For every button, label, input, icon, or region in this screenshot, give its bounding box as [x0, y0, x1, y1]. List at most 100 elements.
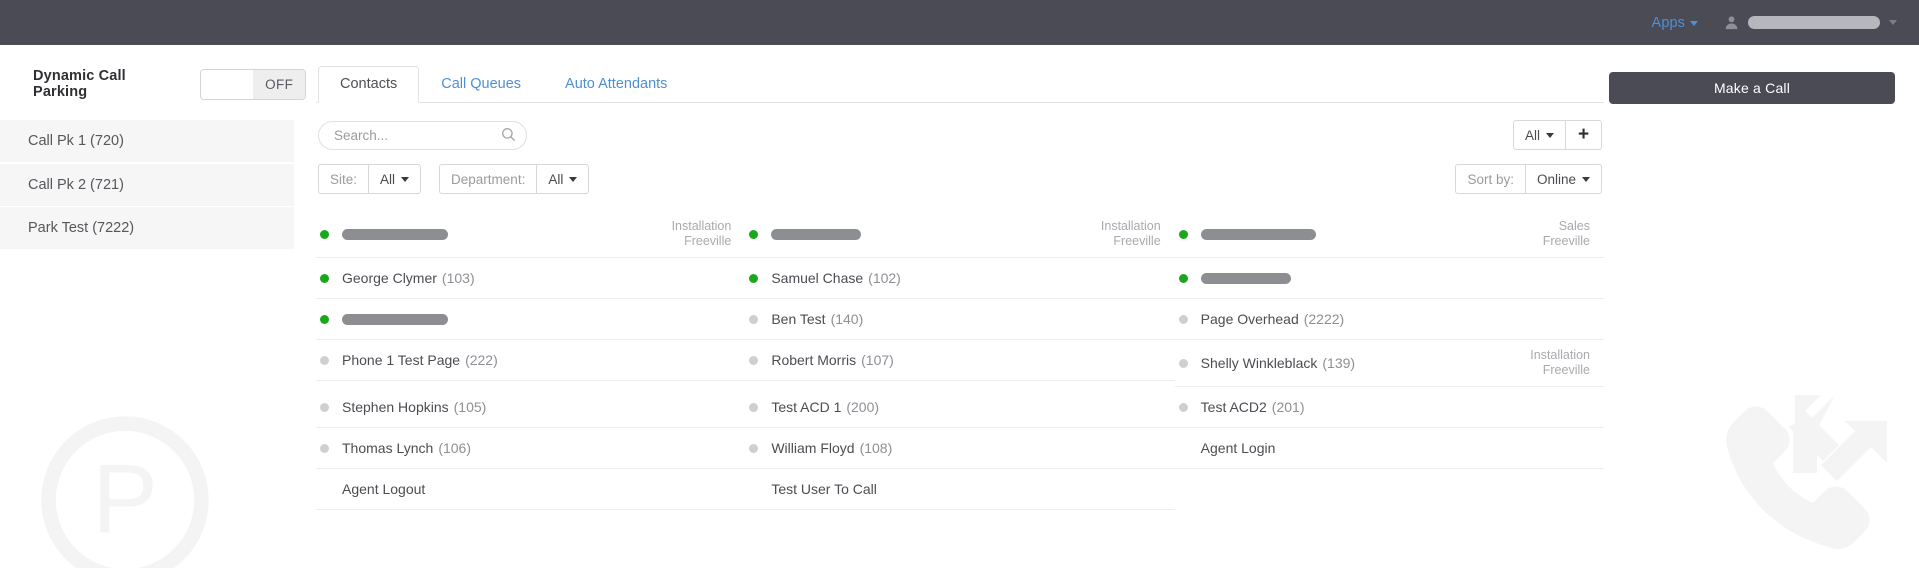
contact-name: Test ACD 1	[771, 399, 842, 415]
department-filter: Department: All	[439, 164, 590, 194]
parking-circle-p-icon: P	[34, 409, 216, 568]
contact-name-redacted	[342, 228, 448, 240]
dynamic-call-parking-toggle[interactable]: OFF	[200, 68, 306, 100]
contact-row[interactable]: Test ACD2 (201)	[1174, 387, 1604, 428]
search-input[interactable]	[318, 120, 527, 150]
presence-status-dot-offline	[749, 402, 759, 412]
toggle-knob	[201, 69, 254, 99]
contacts-grid: Installation Freeville Installation Freevil…	[316, 211, 1604, 510]
chevron-down-icon	[1546, 132, 1554, 138]
username-redacted	[1748, 16, 1880, 29]
site-filter: Site: All	[318, 164, 422, 194]
site-filter-dropdown[interactable]: All	[368, 164, 422, 194]
make-a-call-button[interactable]: Make a Call	[1609, 72, 1895, 104]
toggle-state-label: OFF	[253, 69, 305, 99]
contact-department-site: Installation Freeville	[1530, 348, 1590, 378]
presence-status-dot-offline	[749, 314, 759, 324]
park-slot-item[interactable]: Call Pk 1 (720)	[0, 120, 294, 162]
contact-row[interactable]: William Floyd (108)	[745, 428, 1175, 469]
presence-status-dot-offline	[320, 402, 329, 412]
contact-row[interactable]	[1174, 258, 1604, 299]
presence-status-dot-none	[749, 485, 758, 494]
panel-tabs: Contacts Call Queues Auto Attendants	[316, 59, 1604, 103]
contact-row[interactable]: Installation Freeville	[316, 211, 746, 258]
contact-name: Test ACD2	[1200, 399, 1267, 415]
chevron-down-icon	[569, 176, 578, 182]
contact-extension: (107)	[861, 352, 894, 368]
contact-name: Robert Morris	[771, 352, 857, 368]
sort-control: Sort by: Online	[1455, 164, 1602, 194]
contact-site: Freeville	[1542, 363, 1590, 377]
contact-extension: (140)	[830, 311, 864, 327]
tab-auto-attendants[interactable]: Auto Attendants	[543, 66, 689, 103]
contact-extension: (139)	[1322, 355, 1356, 371]
view-filter-dropdown[interactable]: All	[1512, 120, 1566, 150]
contact-department-site: Installation Freeville	[672, 219, 732, 249]
phone-transfer-icon	[1719, 377, 1919, 568]
contact-row[interactable]: Phone 1 Test Page (222)	[316, 340, 746, 381]
contact-name-redacted	[1200, 272, 1291, 284]
contact-row[interactable]: Robert Morris (107)	[745, 340, 1175, 381]
contact-row[interactable]: Agent Logout	[316, 469, 746, 510]
contact-name-redacted	[771, 228, 862, 240]
contact-name: Samuel Chase	[771, 270, 864, 286]
sort-dropdown[interactable]: Online	[1524, 164, 1602, 194]
top-navigation-bar: Apps	[0, 0, 1919, 45]
filter-group-left: Site: All Department: All	[318, 164, 590, 194]
contact-row[interactable]: Stephen Hopkins (105)	[316, 387, 746, 428]
park-slot-item[interactable]: Park Test (7222)	[0, 207, 294, 249]
contact-name: Ben Test	[771, 311, 826, 327]
contact-row[interactable]: George Clymer (103)	[316, 258, 746, 299]
contact-extension: (103)	[441, 270, 475, 286]
department-filter-label: Department:	[439, 164, 538, 194]
contact-row[interactable]: Agent Login	[1174, 428, 1604, 469]
tab-label: Call Queues	[441, 76, 522, 92]
contact-site: Freeville	[684, 234, 732, 248]
department-filter-value: All	[548, 171, 564, 187]
dynamic-call-parking-row: Dynamic Call Parking OFF	[0, 67, 306, 101]
park-slot-item[interactable]: Call Pk 2 (721)	[0, 163, 294, 206]
presence-status-dot-offline	[320, 443, 329, 453]
contact-row[interactable]	[316, 299, 746, 340]
contact-row[interactable]: Sales Freeville	[1174, 211, 1604, 258]
presence-status-dot-online	[1178, 229, 1188, 239]
contact-name: Agent Login	[1200, 440, 1276, 456]
user-menu[interactable]	[1724, 15, 1897, 30]
contact-extension: (102)	[868, 270, 901, 286]
sort-label: Sort by:	[1455, 164, 1526, 194]
presence-status-dot-offline	[749, 355, 759, 365]
chevron-down-icon	[1690, 21, 1698, 26]
park-slot-label: Park Test (7222)	[28, 220, 135, 236]
view-controls: All +	[1512, 120, 1602, 150]
add-contact-button[interactable]: +	[1565, 120, 1602, 150]
presence-status-dot-online	[1178, 273, 1188, 283]
contact-department: Installation	[671, 219, 732, 233]
contacts-panel: Contacts Call Queues Auto Attendants All…	[316, 45, 1604, 510]
park-slot-label: Call Pk 2 (721)	[28, 176, 124, 193]
user-icon	[1724, 15, 1739, 30]
apps-menu[interactable]: Apps	[1652, 15, 1698, 31]
contact-row[interactable]: Test ACD 1 (200)	[745, 387, 1175, 428]
contact-row[interactable]: Samuel Chase (102)	[745, 258, 1175, 299]
contact-row[interactable]: Installation Freeville	[745, 211, 1175, 258]
presence-status-dot-offline	[1178, 358, 1188, 368]
contact-row[interactable]: Test User To Call	[745, 469, 1175, 510]
contact-name: Thomas Lynch	[342, 440, 434, 456]
park-slot-label: Call Pk 1 (720)	[28, 133, 124, 149]
contact-name: Stephen Hopkins	[342, 399, 449, 415]
presence-status-dot-none	[1179, 444, 1188, 453]
call-parking-sidebar: Dynamic Call Parking OFF Call Pk 1 (720)…	[0, 45, 306, 251]
svg-text:P: P	[92, 444, 158, 554]
presence-status-dot-offline	[1178, 402, 1188, 412]
department-filter-dropdown[interactable]: All	[536, 164, 590, 194]
tab-call-queues[interactable]: Call Queues	[419, 66, 543, 103]
contact-row[interactable]: Thomas Lynch (106)	[316, 428, 746, 469]
park-slot-list: Call Pk 1 (720) Call Pk 2 (721) Park Tes…	[0, 120, 306, 249]
contact-row[interactable]: Shelly Winkleblack (139) Installation Freev…	[1174, 340, 1604, 387]
contact-row[interactable]: Page Overhead (2222)	[1174, 299, 1604, 340]
search-toolbar: All +	[316, 103, 1604, 150]
tab-contacts[interactable]: Contacts	[318, 66, 420, 103]
contact-name-redacted	[342, 313, 448, 325]
contact-row[interactable]: Ben Test (140)	[745, 299, 1175, 340]
contact-extension: (105)	[453, 399, 487, 415]
